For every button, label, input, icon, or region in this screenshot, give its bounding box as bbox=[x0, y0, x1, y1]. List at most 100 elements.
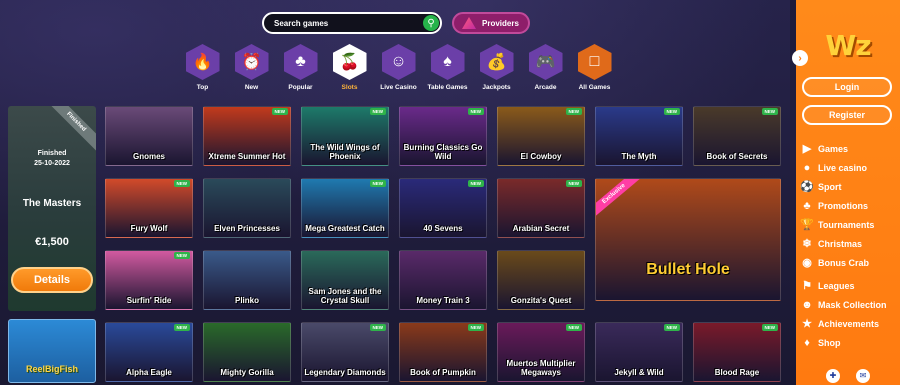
category-label: Slots bbox=[341, 84, 358, 91]
finished-ribbon: Finished bbox=[43, 106, 96, 155]
game-tile[interactable]: Gnomes bbox=[105, 106, 193, 166]
game-title: Bullet Hole bbox=[646, 261, 730, 278]
allgames-icon: □ bbox=[577, 44, 612, 80]
game-tile[interactable]: NEW Burning Classics Go Wild bbox=[399, 106, 487, 166]
search-input[interactable] bbox=[274, 18, 414, 28]
right-sidebar: › Wz Login Register ▶ Games ● Live casino … bbox=[792, 0, 900, 385]
game-tile[interactable]: NEW Arabian Secret bbox=[497, 178, 585, 238]
game-title: Gnomes bbox=[132, 152, 165, 161]
game-tile[interactable]: NEW Mega Greatest Catch bbox=[301, 178, 389, 238]
search-icon[interactable]: ⚲ bbox=[423, 15, 439, 31]
game-title: Book of Pumpkin bbox=[410, 368, 476, 377]
game-tile[interactable]: NEW The Myth bbox=[595, 106, 683, 166]
category-label: All Games bbox=[578, 84, 611, 91]
sidebar-item-bonus-crab[interactable]: ◉ Bonus Crab bbox=[800, 253, 900, 272]
chat-icon[interactable]: ✉ bbox=[856, 369, 870, 383]
game-tile[interactable]: NEW The Wild Wings of Phoenix bbox=[301, 106, 389, 166]
tournament-name: The Masters bbox=[22, 198, 82, 209]
game-tile[interactable]: Plinko bbox=[203, 250, 291, 310]
game-tile[interactable]: NEW Blood Rage bbox=[693, 322, 781, 382]
category-all-games[interactable]: □ All Games bbox=[570, 44, 619, 91]
sidebar-item-label: Christmas bbox=[818, 238, 863, 249]
new-badge: NEW bbox=[467, 180, 484, 187]
game-tile[interactable]: Gonzita's Quest bbox=[497, 250, 585, 310]
sidebar-item-mask-collection[interactable]: ☻ Mask Collection bbox=[800, 295, 900, 314]
tournament-status: Finished bbox=[37, 150, 67, 157]
game-tile[interactable]: NEW Xtreme Summer Hot bbox=[203, 106, 291, 166]
category-label: Live Casino bbox=[380, 84, 417, 91]
game-tile[interactable]: NEW Fury Wolf bbox=[105, 178, 193, 238]
achievement-icon: ★ bbox=[802, 317, 812, 330]
category-live-casino[interactable]: ☺ Live Casino bbox=[374, 44, 423, 91]
cherry-icon: 🍒 bbox=[332, 44, 367, 80]
game-tile[interactable]: NEW Surfin' Ride bbox=[105, 250, 193, 310]
game-tile-reel-big-fish[interactable]: ReelBigFish bbox=[8, 319, 96, 383]
sidebar-item-achievements[interactable]: ★ Achievements bbox=[800, 314, 900, 333]
game-title: Mega Greatest Catch bbox=[305, 224, 385, 233]
login-button[interactable]: Login bbox=[802, 77, 892, 97]
sidebar-item-label: Achievements bbox=[818, 318, 880, 329]
sidebar-item-games[interactable]: ▶ Games bbox=[800, 139, 900, 158]
category-jackpots[interactable]: 💰 Jackpots bbox=[472, 44, 521, 91]
chevron-right-icon[interactable]: › bbox=[792, 50, 808, 66]
register-button[interactable]: Register bbox=[802, 105, 892, 125]
new-badge: NEW bbox=[565, 180, 582, 187]
game-tile[interactable]: Elven Princesses bbox=[203, 178, 291, 238]
games-icon: ▶ bbox=[802, 142, 812, 155]
language-flag-icon[interactable]: ✚ bbox=[826, 369, 840, 383]
category-top[interactable]: 🔥 Top bbox=[178, 44, 227, 91]
game-tile[interactable]: Money Train 3 bbox=[399, 250, 487, 310]
joystick-icon: 🎮 bbox=[528, 44, 563, 80]
new-badge: NEW bbox=[565, 324, 582, 331]
football-icon: ⚽ bbox=[800, 180, 814, 193]
game-tile[interactable]: NEW Muertos Multiplier Megaways bbox=[497, 322, 585, 382]
sidebar-item-label: Bonus Crab bbox=[818, 257, 870, 268]
sidebar-item-label: Games bbox=[818, 143, 849, 154]
sidebar-item-live-casino[interactable]: ● Live casino bbox=[800, 158, 900, 177]
sidebar-item-christmas[interactable]: ❄ Christmas bbox=[800, 234, 900, 253]
sidebar-item-shop[interactable]: ♦ Shop bbox=[800, 333, 900, 352]
sidebar-footer: ✚ ✉ bbox=[826, 369, 870, 383]
details-button[interactable]: Details bbox=[11, 267, 93, 293]
game-tile[interactable]: NEW Jekyll & Wild bbox=[595, 322, 683, 382]
new-badge: NEW bbox=[369, 108, 386, 115]
game-title: Arabian Secret bbox=[512, 224, 570, 233]
sidebar-item-promotions[interactable]: ♣ Promotions bbox=[800, 196, 900, 215]
sidebar-item-sport[interactable]: ⚽ Sport bbox=[800, 177, 900, 196]
sidebar-item-leagues[interactable]: ⚑ Leagues bbox=[800, 276, 900, 295]
game-title: Alpha Eagle bbox=[126, 368, 172, 377]
game-tile[interactable]: NEW Legendary Diamonds bbox=[301, 322, 389, 382]
new-badge: NEW bbox=[467, 108, 484, 115]
game-tile[interactable]: NEW Alpha Eagle bbox=[105, 322, 193, 382]
category-new[interactable]: ⏰ New bbox=[227, 44, 276, 91]
game-title: Blood Rage bbox=[714, 368, 760, 377]
category-arcade[interactable]: 🎮 Arcade bbox=[521, 44, 570, 91]
providers-button[interactable]: Providers bbox=[452, 12, 530, 34]
game-tile[interactable]: NEW Book of Pumpkin bbox=[399, 322, 487, 382]
game-title: Muertos Multiplier Megaways bbox=[506, 359, 576, 377]
site-logo[interactable]: Wz bbox=[818, 29, 878, 63]
game-title: Money Train 3 bbox=[416, 296, 470, 305]
sidebar-item-label: Mask Collection bbox=[818, 299, 887, 310]
category-table-games[interactable]: ♠ Table Games bbox=[423, 44, 472, 91]
trophy-icon: 🏆 bbox=[800, 218, 814, 231]
game-tile[interactable]: NEW Book of Secrets bbox=[693, 106, 781, 166]
category-popular[interactable]: ♣ Popular bbox=[276, 44, 325, 91]
search-bar[interactable]: ⚲ bbox=[262, 12, 442, 34]
sidebar-item-label: Leagues bbox=[818, 280, 855, 291]
new-badge: NEW bbox=[565, 108, 582, 115]
game-tile[interactable]: NEW El Cowboy bbox=[497, 106, 585, 166]
game-tile[interactable]: Sam Jones and the Crystal Skull bbox=[301, 250, 389, 310]
category-slots[interactable]: 🍒 Slots bbox=[325, 44, 374, 91]
providers-icon bbox=[462, 17, 476, 29]
sidebar-item-tournaments[interactable]: 🏆 Tournaments bbox=[800, 215, 900, 234]
game-tile-featured[interactable]: Exclusive Bullet Hole bbox=[595, 178, 781, 301]
new-badge: NEW bbox=[663, 108, 680, 115]
clover-icon: ♣ bbox=[283, 44, 318, 80]
game-tile[interactable]: NEW 40 Sevens bbox=[399, 178, 487, 238]
game-title: 40 Sevens bbox=[423, 224, 463, 233]
game-title: Xtreme Summer Hot bbox=[208, 152, 286, 161]
game-tile[interactable]: Mighty Gorilla bbox=[203, 322, 291, 382]
game-title: Jekyll & Wild bbox=[614, 368, 664, 377]
tournament-date: 25-10-2022 bbox=[34, 160, 70, 167]
